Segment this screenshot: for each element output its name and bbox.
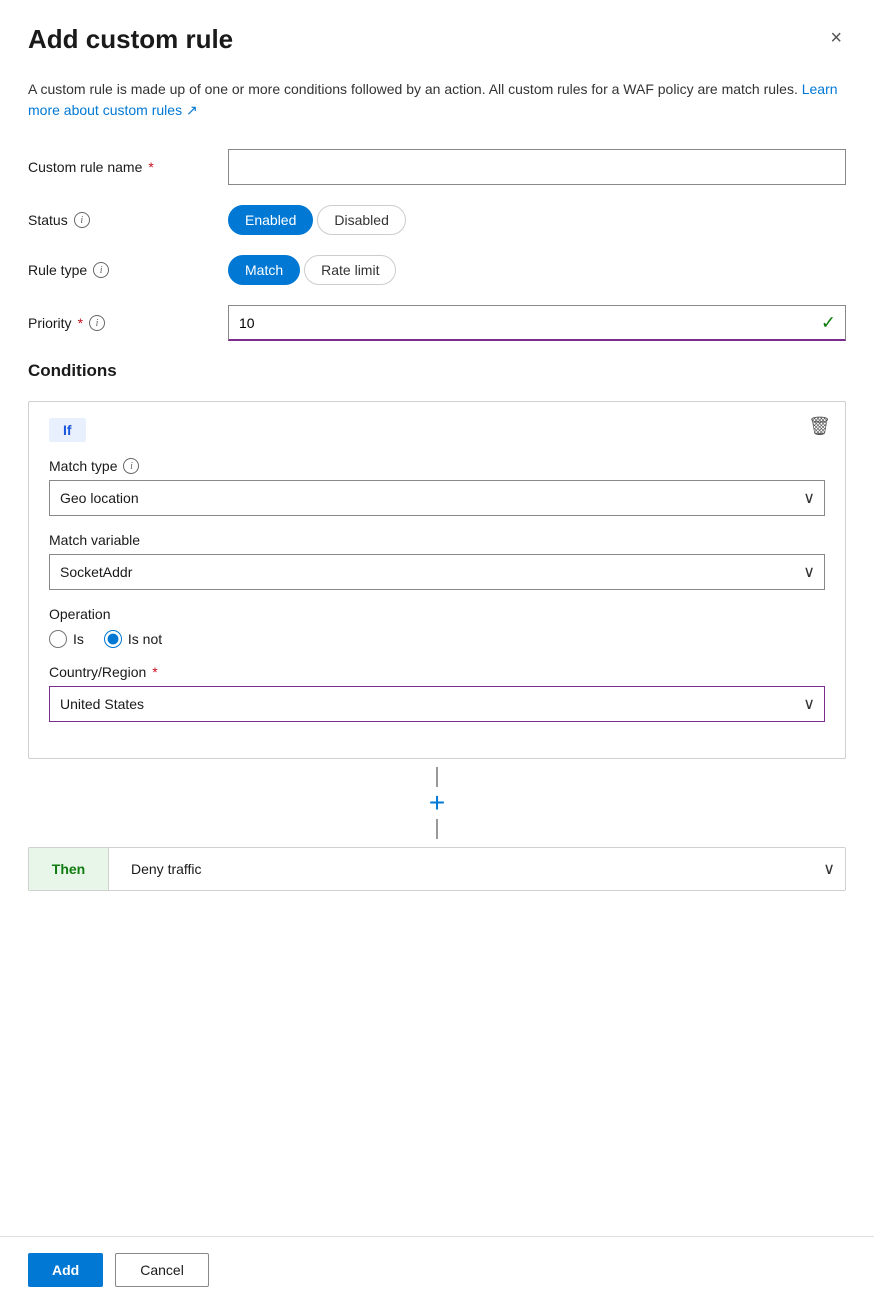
add-condition-connector: + xyxy=(28,759,846,847)
footer-buttons: Add Cancel xyxy=(0,1236,874,1303)
match-type-select[interactable]: Geo location IP address Request header R… xyxy=(49,480,825,516)
status-disabled-button[interactable]: Disabled xyxy=(317,205,405,235)
then-badge: Then xyxy=(29,848,109,890)
priority-input-wrap: ✓ xyxy=(228,305,846,341)
match-type-label: Match type i xyxy=(49,458,825,474)
connector-line-top xyxy=(436,767,438,787)
condition-card: If 🗑 Match type i Geo location IP addres… xyxy=(28,401,846,759)
then-action-select[interactable]: Deny traffic Allow traffic Log traffic xyxy=(121,848,845,890)
match-type-select-wrap: Geo location IP address Request header R… xyxy=(49,480,825,516)
custom-rule-name-input[interactable] xyxy=(228,149,846,185)
operation-radio-group: Is Is not xyxy=(49,630,825,648)
operation-label: Operation xyxy=(49,606,825,622)
cancel-button[interactable]: Cancel xyxy=(115,1253,209,1287)
country-region-label: Country/Region * xyxy=(49,664,825,680)
operation-is-not-label[interactable]: Is not xyxy=(104,630,162,648)
status-row: Status i Enabled Disabled xyxy=(28,205,846,235)
delete-condition-icon[interactable]: 🗑 xyxy=(808,416,831,437)
custom-rule-name-row: Custom rule name * xyxy=(28,149,846,185)
operation-is-radio[interactable] xyxy=(49,630,67,648)
match-type-info-icon: i xyxy=(123,458,139,474)
rule-type-row: Rule type i Match Rate limit xyxy=(28,255,846,285)
custom-rule-name-label: Custom rule name * xyxy=(28,159,228,175)
match-variable-select-wrap: SocketAddr RemoteAddr RequestHeader Requ… xyxy=(49,554,825,590)
priority-info-icon: i xyxy=(89,315,105,331)
add-button[interactable]: Add xyxy=(28,1253,103,1287)
rule-type-info-icon: i xyxy=(93,262,109,278)
status-enabled-button[interactable]: Enabled xyxy=(228,205,313,235)
priority-input[interactable] xyxy=(228,305,846,341)
then-row: Then Deny traffic Allow traffic Log traf… xyxy=(28,847,846,891)
modal-header: Add custom rule × xyxy=(28,24,846,55)
rule-type-match-button[interactable]: Match xyxy=(228,255,300,285)
operation-is-label[interactable]: Is xyxy=(49,630,84,648)
close-button[interactable]: × xyxy=(826,24,846,52)
rule-type-rate-limit-button[interactable]: Rate limit xyxy=(304,255,396,285)
priority-required-indicator: * xyxy=(78,315,83,331)
country-region-select-wrap: United States China Russia United Kingdo… xyxy=(49,686,825,722)
match-variable-select[interactable]: SocketAddr RemoteAddr RequestHeader Requ… xyxy=(49,554,825,590)
rule-type-toggle-group: Match Rate limit xyxy=(228,255,846,285)
then-select-wrap: Deny traffic Allow traffic Log traffic ∨ xyxy=(121,848,845,890)
status-label: Status i xyxy=(28,212,228,228)
status-info-icon: i xyxy=(74,212,90,228)
if-badge: If xyxy=(49,418,86,442)
priority-label: Priority * i xyxy=(28,315,228,331)
rule-type-label: Rule type i xyxy=(28,262,228,278)
required-indicator: * xyxy=(148,159,153,175)
description-text: A custom rule is made up of one or more … xyxy=(28,79,846,121)
status-toggle-group: Enabled Disabled xyxy=(228,205,846,235)
country-region-select[interactable]: United States China Russia United Kingdo… xyxy=(49,686,825,722)
country-region-required: * xyxy=(152,664,157,680)
conditions-section-title: Conditions xyxy=(28,361,846,381)
match-variable-label: Match variable xyxy=(49,532,825,548)
modal-title: Add custom rule xyxy=(28,24,233,55)
operation-is-not-radio[interactable] xyxy=(104,630,122,648)
external-link-icon: ↗ xyxy=(186,102,198,118)
priority-valid-icon: ✓ xyxy=(821,313,836,334)
connector-line-bottom xyxy=(436,819,438,839)
add-condition-button[interactable]: + xyxy=(421,787,453,819)
modal-container: Add custom rule × A custom rule is made … xyxy=(0,0,874,1303)
priority-row: Priority * i ✓ xyxy=(28,305,846,341)
